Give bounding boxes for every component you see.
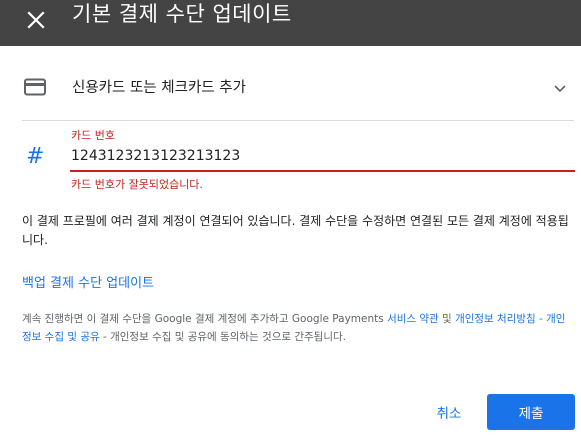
hash-icon: # <box>26 144 45 169</box>
legal-text-part: - 개인정보 수집 및 공유에 동의하는 것으로 간주됩니다. <box>99 331 346 343</box>
submit-button[interactable]: 제출 <box>487 394 575 430</box>
legal-text-part: 계속 진행하면 이 결제 수단을 Google 결제 계정에 추가하고 Goog… <box>22 313 388 325</box>
close-button[interactable] <box>20 4 52 36</box>
backup-payment-link[interactable]: 백업 결제 수단 업데이트 <box>22 272 154 291</box>
payment-method-selector[interactable]: 신용카드 또는 체크카드 추가 <box>22 70 574 106</box>
card-number-label: 카드 번호 <box>71 129 115 142</box>
info-text: 이 결제 프로필에 여러 결제 계정이 연결되어 있습니다. 결제 수단을 수정… <box>22 214 569 247</box>
legal-text: 계속 진행하면 이 결제 수단을 Google 결제 계정에 추가하고 Goog… <box>22 310 572 346</box>
dialog-header: 기본 결제 수단 업데이트 <box>0 0 581 46</box>
terms-of-service-link[interactable]: 서비스 약관 <box>387 313 439 325</box>
payment-method-label: 신용카드 또는 체크카드 추가 <box>72 80 246 96</box>
legal-text-part: 및 <box>438 313 456 325</box>
dialog-title: 기본 결제 수단 업데이트 <box>72 2 292 26</box>
chevron-down-icon[interactable] <box>552 80 568 96</box>
card-number-input[interactable] <box>70 146 575 172</box>
credit-card-icon <box>24 78 46 96</box>
close-icon <box>27 11 45 29</box>
divider <box>22 120 574 121</box>
card-number-error: 카드 번호가 잘못되었습니다. <box>71 178 203 191</box>
cancel-button[interactable]: 취소 <box>424 394 474 430</box>
